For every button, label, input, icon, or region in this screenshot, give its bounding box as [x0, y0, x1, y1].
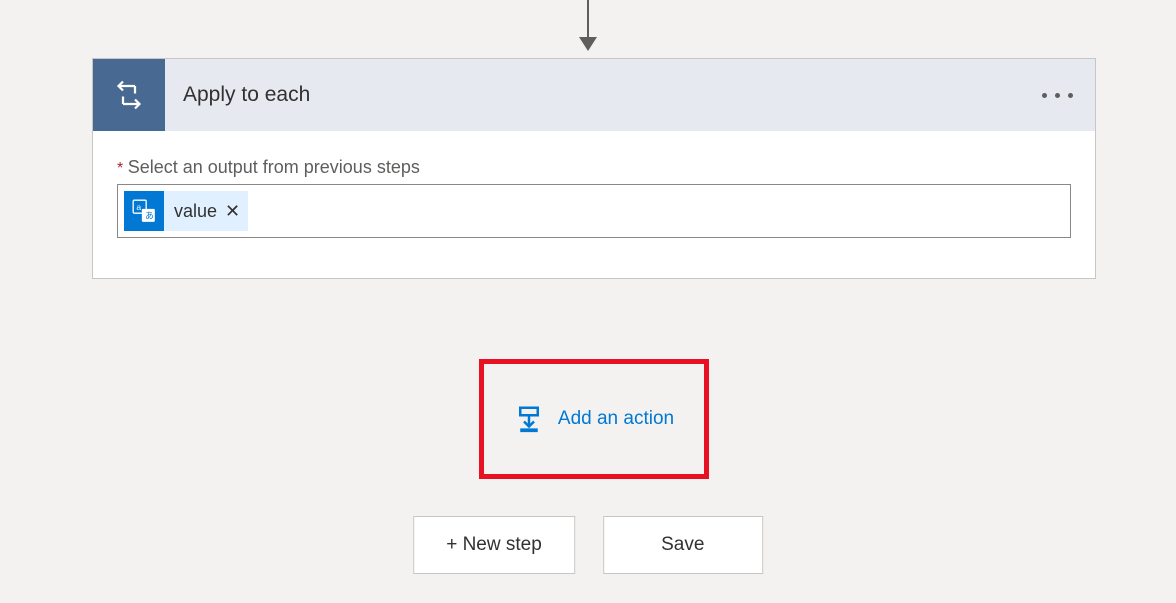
add-action-icon: [514, 404, 544, 434]
save-button[interactable]: Save: [603, 516, 763, 574]
output-selector-input[interactable]: a あ value ✕: [117, 184, 1071, 238]
token-label: value: [174, 201, 217, 222]
value-token[interactable]: a あ value ✕: [124, 191, 248, 231]
flow-actions-row: + New step Save: [413, 516, 763, 574]
new-step-button[interactable]: + New step: [413, 516, 575, 574]
card-body: * Select an output from previous steps a…: [93, 131, 1095, 278]
apply-to-each-card: Apply to each * Select an output from pr…: [92, 58, 1096, 279]
add-action-label: Add an action: [558, 408, 674, 430]
svg-text:あ: あ: [145, 211, 154, 221]
more-options-button[interactable]: [1042, 93, 1095, 98]
translate-icon: a あ: [124, 191, 164, 231]
add-action-highlight: Add an action: [479, 359, 709, 479]
svg-text:a: a: [136, 202, 141, 212]
card-header[interactable]: Apply to each: [93, 59, 1095, 131]
card-title: Apply to each: [165, 83, 1042, 107]
required-indicator: *: [117, 160, 123, 177]
remove-token-button[interactable]: ✕: [225, 202, 240, 220]
loop-icon: [93, 59, 165, 131]
field-label: Select an output from previous steps: [128, 157, 420, 184]
flow-connector-arrow: [579, 0, 597, 51]
add-action-button[interactable]: Add an action: [514, 404, 674, 434]
